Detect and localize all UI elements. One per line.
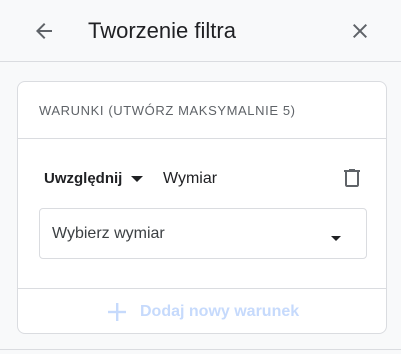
dimension-select[interactable]: Wybierz wymiar: [39, 208, 367, 259]
close-button[interactable]: [346, 17, 374, 45]
dimension-label: Wymiar: [163, 170, 218, 187]
dimension-select-placeholder: Wybierz wymiar: [52, 225, 165, 242]
add-condition-button[interactable]: Dodaj nowy warunek: [108, 300, 299, 324]
plus-icon: [108, 303, 126, 321]
back-button[interactable]: [30, 17, 58, 45]
include-label: Uwzględnij: [44, 170, 123, 187]
delete-condition-button[interactable]: [340, 166, 364, 190]
include-dropdown[interactable]: Uwzględnij: [44, 169, 144, 189]
conditions-title: WARUNKI (UTWÓRZ MAKSYMALNIE 5): [39, 103, 296, 118]
add-condition-label: Dodaj nowy warunek: [140, 303, 300, 320]
divider: [18, 288, 386, 289]
close-icon: [353, 24, 367, 38]
caret-down-icon: [331, 228, 341, 246]
trash-icon: [344, 169, 360, 187]
arrow-back-icon: [36, 23, 52, 39]
page-title: Tworzenie filtra: [88, 18, 236, 43]
panel-header: Tworzenie filtra: [0, 0, 401, 62]
divider: [0, 349, 401, 350]
caret-down-icon: [131, 176, 144, 182]
conditions-header: WARUNKI (UTWÓRZ MAKSYMALNIE 5): [18, 82, 386, 139]
conditions-card: WARUNKI (UTWÓRZ MAKSYMALNIE 5) Uwzględni…: [17, 81, 387, 334]
